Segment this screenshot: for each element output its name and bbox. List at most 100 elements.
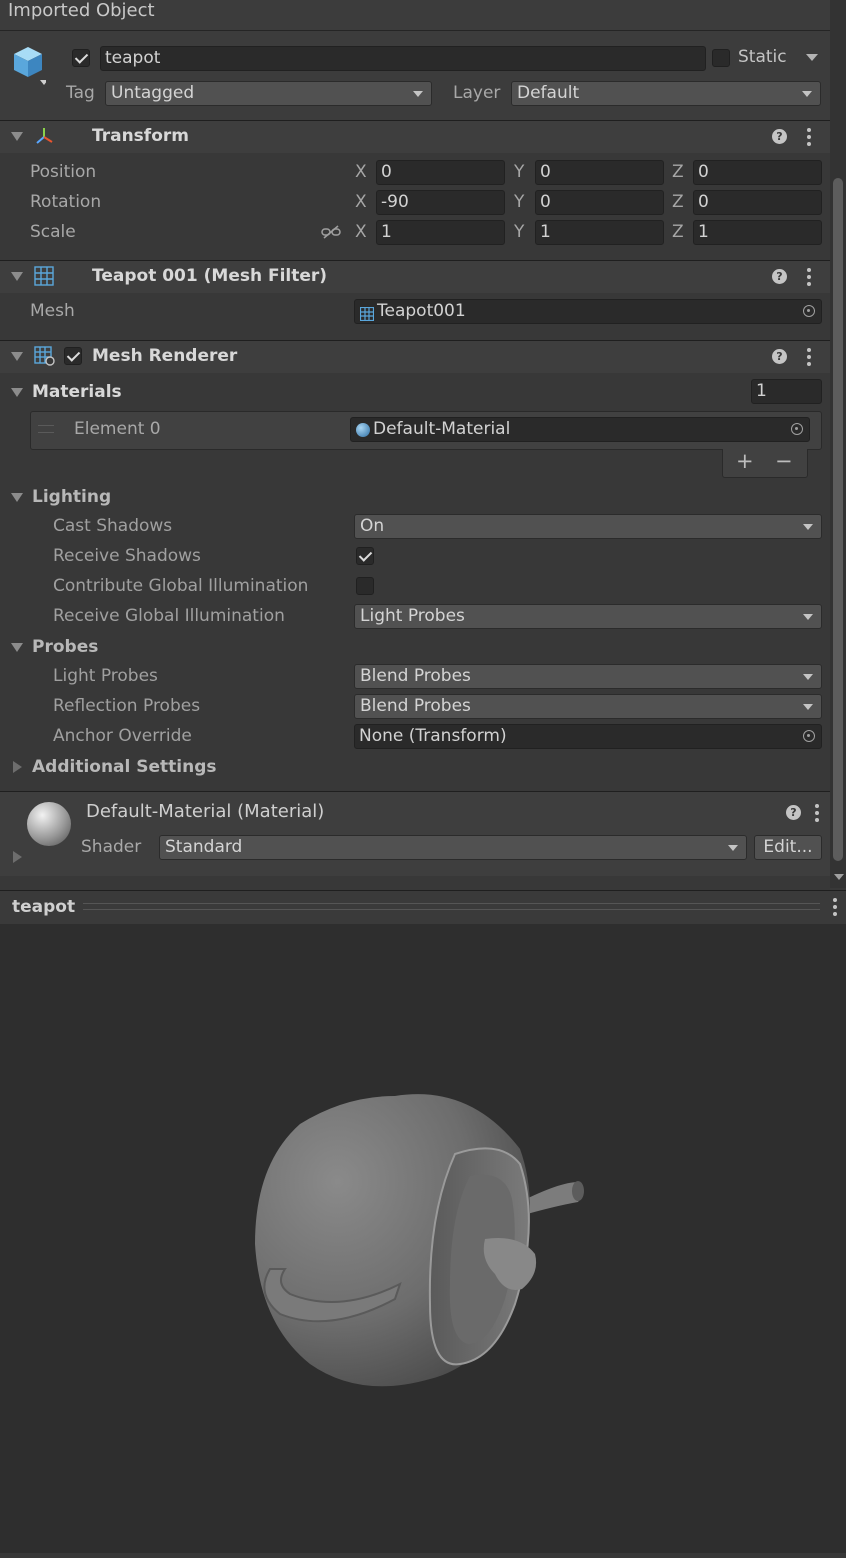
scale-x-input[interactable]: 1 — [376, 220, 505, 245]
lighting-label[interactable]: Lighting — [32, 489, 111, 506]
drag-handle-icon[interactable] — [38, 425, 54, 433]
shader-edit-label: Edit... — [763, 837, 813, 857]
probes-label[interactable]: Probes — [32, 639, 98, 656]
kebab-menu-icon[interactable] — [815, 804, 819, 825]
prefab-cube-icon[interactable] — [12, 45, 48, 85]
receive-gi-label: Receive Global Illumination — [53, 606, 285, 626]
contribute-gi-checkbox[interactable] — [356, 577, 374, 595]
materials-label[interactable]: Materials — [32, 384, 122, 401]
rotation-x-input[interactable]: -90 — [376, 190, 505, 215]
remove-element-button[interactable]: − — [775, 451, 793, 472]
scale-y-axis-label[interactable]: Y — [514, 224, 524, 241]
foldout-arrow-icon[interactable] — [11, 132, 23, 141]
position-label: Position — [30, 162, 97, 182]
preview-resize-handle[interactable] — [83, 903, 820, 910]
object-picker-icon[interactable] — [803, 305, 815, 317]
list-add-remove-footer — [722, 449, 808, 478]
material-foldout-arrow-icon[interactable] — [13, 851, 22, 863]
help-icon[interactable]: ? — [772, 269, 787, 284]
light-probes-label: Light Probes — [53, 666, 158, 686]
mesh-renderer-enabled-checkbox[interactable] — [64, 347, 82, 365]
mesh-object-field[interactable]: Teapot001 — [354, 299, 822, 324]
chevron-down-icon — [803, 524, 813, 530]
position-x-input[interactable]: 0 — [376, 160, 505, 185]
help-icon[interactable]: ? — [772, 129, 787, 144]
help-icon[interactable]: ? — [786, 805, 801, 820]
anchor-override-label: Anchor Override — [53, 726, 192, 746]
scale-z-axis-label[interactable]: Z — [672, 224, 684, 241]
position-y-axis-label[interactable]: Y — [514, 164, 524, 181]
rotation-z-input[interactable]: 0 — [693, 190, 822, 215]
scale-y-input[interactable]: 1 — [535, 220, 664, 245]
mesh-filter-title: Teapot 001 (Mesh Filter) — [92, 266, 328, 286]
position-x-axis-label[interactable]: X — [355, 164, 367, 181]
receive-gi-value: Light Probes — [360, 606, 465, 626]
probes-foldout-arrow-icon[interactable] — [11, 643, 23, 652]
chevron-down-icon — [413, 91, 423, 97]
static-checkbox[interactable] — [712, 49, 730, 67]
object-active-checkbox[interactable] — [72, 49, 90, 67]
materials-count-input[interactable]: 1 — [751, 379, 822, 404]
light-probes-dropdown[interactable]: Blend Probes — [354, 664, 822, 689]
anchor-override-field[interactable]: None (Transform) — [354, 724, 822, 749]
help-icon[interactable]: ? — [772, 349, 787, 364]
position-z-input[interactable]: 0 — [693, 160, 822, 185]
scale-z-input[interactable]: 1 — [693, 220, 822, 245]
chevron-down-icon — [802, 91, 812, 97]
cast-shadows-dropdown[interactable]: On — [354, 514, 822, 539]
additional-settings-foldout-arrow-icon[interactable] — [13, 761, 22, 773]
element-0-value: Default-Material — [373, 419, 511, 439]
rotation-y-axis-label[interactable]: Y — [514, 194, 524, 211]
object-picker-icon[interactable] — [803, 730, 815, 742]
kebab-menu-icon[interactable] — [807, 128, 811, 149]
rotation-y-input[interactable]: 0 — [535, 190, 664, 215]
static-dropdown-arrow-icon[interactable] — [806, 54, 818, 61]
materials-foldout-arrow-icon[interactable] — [11, 388, 23, 397]
mesh-value: Teapot001 — [377, 301, 466, 321]
material-sphere-icon — [356, 423, 370, 437]
mesh-grid-icon — [359, 305, 375, 322]
reflection-probes-label: Reflection Probes — [53, 696, 201, 716]
teapot-model — [255, 1094, 584, 1387]
scale-label: Scale — [30, 222, 76, 242]
kebab-menu-icon[interactable] — [833, 898, 837, 919]
constrain-proportions-icon[interactable] — [321, 224, 341, 240]
preview-viewport[interactable] — [0, 924, 846, 1553]
checkmark-icon — [66, 348, 81, 362]
shader-edit-button[interactable]: Edit... — [754, 835, 822, 860]
foldout-arrow-icon[interactable] — [11, 352, 23, 361]
lighting-foldout-arrow-icon[interactable] — [11, 493, 23, 502]
kebab-menu-icon[interactable] — [807, 268, 811, 289]
layer-label: Layer — [453, 83, 501, 103]
position-z-axis-label[interactable]: Z — [672, 164, 684, 181]
scroll-down-arrow-icon[interactable] — [834, 874, 844, 880]
layer-dropdown[interactable]: Default — [511, 81, 821, 106]
add-element-button[interactable]: + — [736, 451, 754, 472]
static-label: Static — [738, 47, 787, 67]
rotation-x-axis-label[interactable]: X — [355, 194, 367, 211]
scrollbar-thumb[interactable] — [833, 178, 843, 861]
material-preview-sphere-icon — [27, 802, 71, 846]
receive-shadows-checkbox[interactable] — [356, 547, 374, 565]
transform-title: Transform — [92, 126, 189, 146]
cast-shadows-value: On — [360, 516, 385, 536]
shader-dropdown[interactable]: Standard — [159, 835, 747, 860]
checkmark-icon — [74, 50, 89, 64]
rotation-z-axis-label[interactable]: Z — [672, 194, 684, 211]
object-name-input[interactable]: teapot — [100, 46, 706, 71]
foldout-arrow-icon[interactable] — [11, 272, 23, 281]
kebab-menu-icon[interactable] — [807, 348, 811, 369]
reflection-probes-dropdown[interactable]: Blend Probes — [354, 694, 822, 719]
element-0-material-field[interactable]: Default-Material — [350, 417, 810, 442]
receive-gi-dropdown[interactable]: Light Probes — [354, 604, 822, 629]
element-0-label: Element 0 — [74, 419, 161, 439]
cast-shadows-label: Cast Shadows — [53, 516, 173, 536]
light-probes-value: Blend Probes — [360, 666, 471, 686]
object-picker-icon[interactable] — [791, 423, 803, 435]
preview-title: teapot — [12, 897, 76, 917]
position-y-input[interactable]: 0 — [535, 160, 664, 185]
tag-dropdown[interactable]: Untagged — [105, 81, 432, 106]
transform-icon — [34, 126, 54, 146]
additional-settings-label[interactable]: Additional Settings — [32, 759, 217, 776]
scale-x-axis-label[interactable]: X — [355, 224, 367, 241]
